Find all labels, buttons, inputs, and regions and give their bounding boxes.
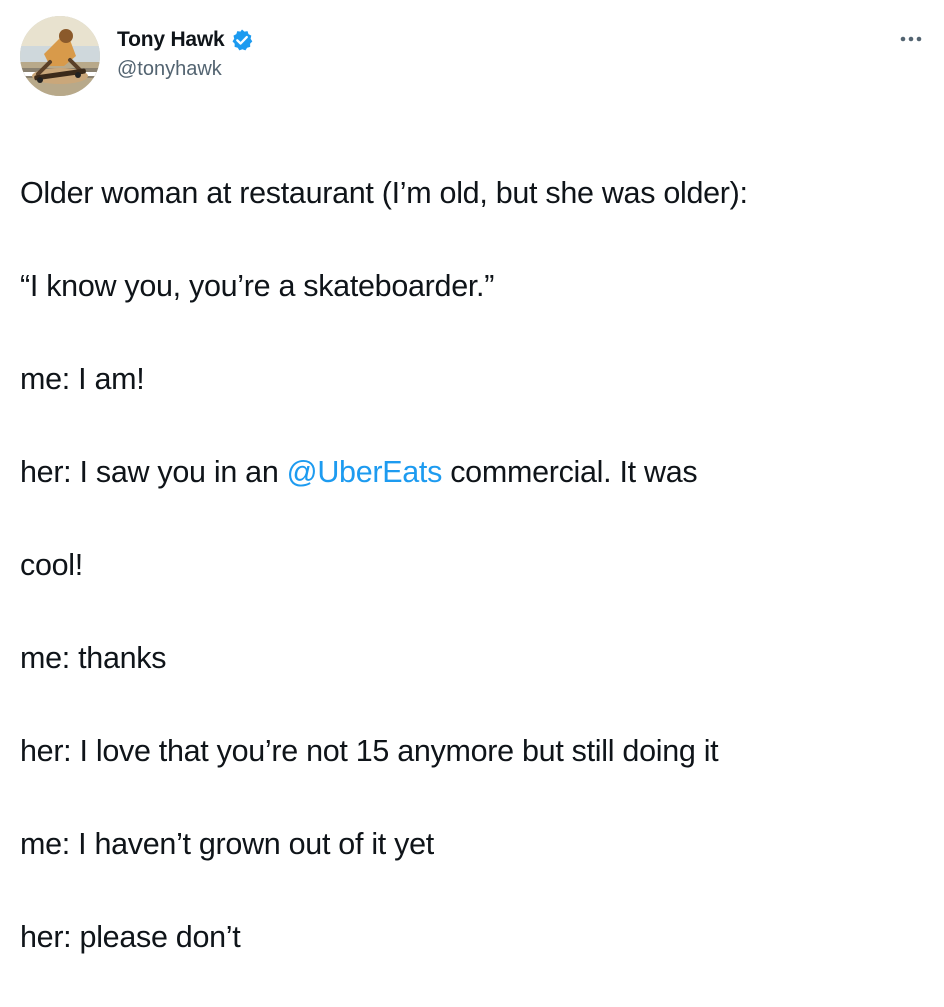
more-options-button[interactable]	[898, 26, 924, 52]
tweet-line: her: I love that you’re not 15 anymore b…	[20, 733, 719, 768]
tweet-line: me: I haven’t grown out of it yet	[20, 826, 434, 861]
tweet-text: Older woman at restaurant (I’m old, but …	[20, 123, 930, 1007]
tweet-line: me: thanks	[20, 640, 167, 675]
author-display-name[interactable]: Tony Hawk	[117, 26, 225, 54]
tweet-line: me: I am!	[20, 361, 145, 396]
tweet-line: her: please don’t	[20, 919, 241, 954]
more-options-icon	[900, 36, 922, 42]
tweet-line: “I know you, you’re a skateboarder.”	[20, 268, 495, 303]
tweet-line: cool!	[20, 547, 83, 582]
tweet-card: Tony Hawk @tonyhawk Older woman at resta…	[0, 0, 944, 954]
mention-link-ubereats[interactable]: @UberEats	[287, 455, 443, 489]
tweet-author: Tony Hawk @tonyhawk	[117, 26, 254, 82]
tweet-text-segment: her: I saw you in an	[20, 454, 287, 489]
tweet-text-segment: commercial. It was	[442, 454, 698, 489]
author-name-row: Tony Hawk	[117, 26, 254, 54]
verified-badge-icon	[230, 28, 254, 52]
profile-photo-skateboarder	[20, 16, 100, 96]
tweet-line: her: I saw you in an @UberEats commercia…	[20, 449, 930, 496]
avatar[interactable]	[20, 16, 100, 96]
author-handle[interactable]: @tonyhawk	[117, 56, 254, 82]
tweet-line: Older woman at restaurant (I’m old, but …	[20, 175, 748, 210]
